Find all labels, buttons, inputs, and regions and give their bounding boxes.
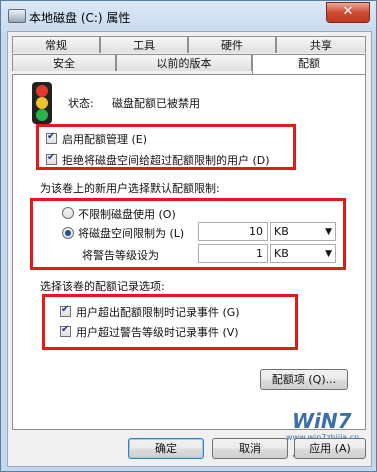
apply-button[interactable]: 应用 (A) [294, 438, 366, 459]
chevron-down-icon: ▼ [325, 249, 332, 259]
no-limit-radio[interactable] [62, 207, 74, 219]
log-limit-label[interactable]: 用户超出配额限制时记录事件 (G) [76, 304, 240, 320]
logging-heading: 选择该卷的配额记录选项: [40, 280, 165, 293]
tab-previous-versions[interactable]: 以前的版本 [116, 54, 252, 71]
status-value: 磁盘配额已被禁用 [112, 97, 200, 110]
ok-button[interactable]: 确定 [128, 438, 204, 459]
warning-label: 将警告等级设为 [82, 249, 159, 262]
limit-label[interactable]: 将磁盘空间限制为 (L) [78, 225, 184, 241]
enable-quota-label[interactable]: 启用配额管理 (E) [62, 131, 147, 147]
dialog-body: 常规 工具 硬件 共享 安全 以前的版本 配额 状态: 磁盘配额已被禁用 启用配… [7, 31, 372, 467]
limit-unit-select[interactable]: KB ▼ [270, 222, 336, 241]
highlight-box [42, 294, 298, 350]
status-label: 状态: [68, 97, 94, 110]
enable-quota-checkbox[interactable] [46, 131, 57, 144]
deny-space-label[interactable]: 拒绝将磁盘空间给超过配额限制的用户 (D) [62, 152, 270, 168]
title-bar[interactable]: 本地磁盘 (C:) 属性 ✕ [1, 1, 376, 31]
cancel-button[interactable]: 取消 [212, 438, 288, 459]
tab-security[interactable]: 安全 [12, 54, 116, 71]
log-warning-checkbox[interactable] [60, 324, 71, 337]
tab-tools[interactable]: 工具 [100, 36, 188, 53]
default-limit-heading: 为该卷上的新用户选择默认配额限制: [40, 182, 220, 195]
tab-sharing[interactable]: 共享 [276, 36, 366, 53]
close-button[interactable]: ✕ [326, 2, 370, 23]
properties-window: 本地磁盘 (C:) 属性 ✕ 常规 工具 硬件 共享 安全 以前的版本 配额 状… [0, 0, 377, 472]
deny-space-checkbox[interactable] [46, 152, 57, 165]
no-limit-label[interactable]: 不限制磁盘使用 (O) [78, 206, 176, 222]
warning-unit-select[interactable]: KB ▼ [270, 244, 336, 263]
log-warning-label[interactable]: 用户超过警告等级时记录事件 (V) [76, 324, 239, 340]
tab-general[interactable]: 常规 [12, 36, 100, 53]
window-title: 本地磁盘 (C:) 属性 [29, 11, 131, 25]
tab-quota[interactable]: 配额 [252, 54, 366, 74]
limit-value-input[interactable]: 10 [198, 222, 268, 241]
quota-entries-button[interactable]: 配额项 (Q)... [260, 369, 348, 390]
warning-unit-value: KB [274, 247, 289, 260]
chevron-down-icon: ▼ [325, 227, 332, 237]
limit-radio[interactable] [62, 227, 74, 239]
limit-unit-value: KB [274, 225, 289, 238]
traffic-light-icon [32, 82, 52, 124]
log-limit-checkbox[interactable] [60, 304, 71, 317]
warning-value-input[interactable]: 1 [198, 244, 268, 263]
tab-hardware[interactable]: 硬件 [188, 36, 276, 53]
drive-icon [8, 9, 26, 23]
